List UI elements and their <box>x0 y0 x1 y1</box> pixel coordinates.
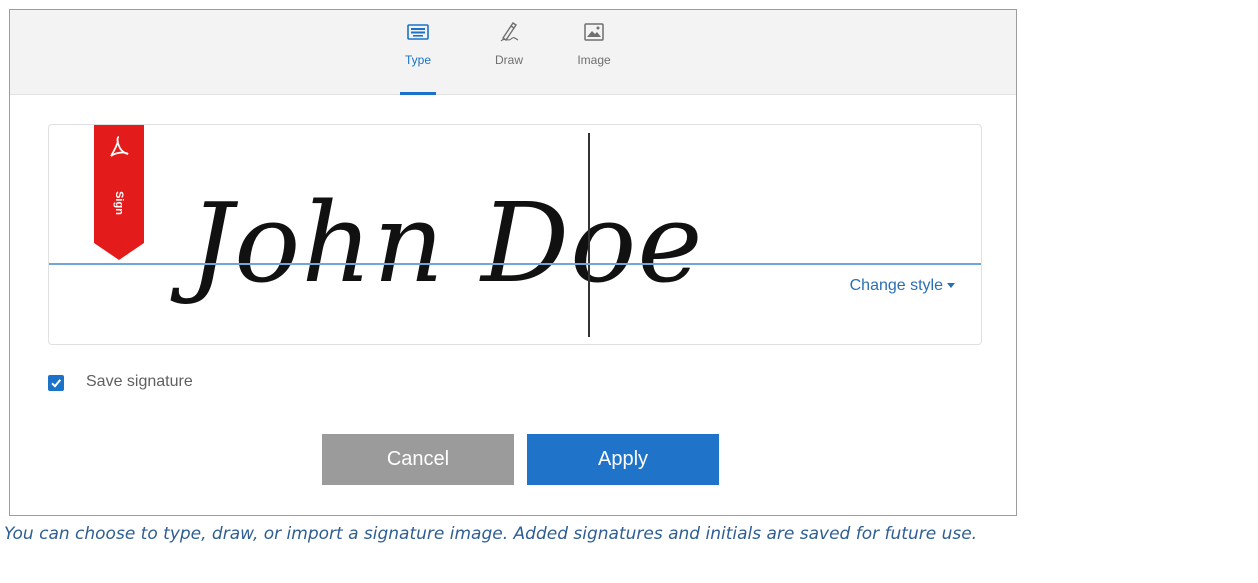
caret-down-icon <box>947 283 955 289</box>
tab-type-label: Type <box>404 53 431 67</box>
tab-draw-label: Draw <box>494 53 523 67</box>
tab-type[interactable]: Type <box>389 10 447 95</box>
tab-image-label: Image <box>577 53 611 67</box>
signature-text: John Doe <box>189 165 704 307</box>
signature-baseline <box>49 263 981 265</box>
sign-here-flag: Sign <box>94 125 144 260</box>
sign-flag-label: Sign <box>113 191 125 215</box>
signature-dialog: Type Draw Image Sign John Doe Change sty… <box>9 9 1017 516</box>
signature-value: John Doe <box>189 179 704 307</box>
image-icon <box>584 23 604 41</box>
active-tab-indicator <box>400 92 436 95</box>
acrobat-logo-icon <box>110 136 129 157</box>
save-signature-label: Save signature <box>86 373 193 390</box>
signature-mode-tabs: Type Draw Image <box>10 10 1016 95</box>
page: Type Draw Image Sign John Doe Change sty… <box>0 0 1258 583</box>
figure-caption: You can choose to type, draw, or import … <box>4 524 978 544</box>
pen-icon <box>500 22 519 42</box>
checkmark-icon <box>51 379 62 388</box>
tab-image[interactable]: Image <box>565 10 623 94</box>
cancel-button[interactable]: Cancel <box>322 434 514 485</box>
save-signature-checkbox[interactable] <box>48 375 64 391</box>
apply-button[interactable]: Apply <box>527 434 719 485</box>
keyboard-icon <box>407 24 429 40</box>
tab-draw[interactable]: Draw <box>480 10 538 94</box>
signature-input-area[interactable]: Sign John Doe Change style <box>48 124 982 345</box>
change-style-label: Change style <box>849 277 943 294</box>
change-style-dropdown[interactable]: Change style <box>850 277 955 295</box>
text-cursor <box>588 133 590 337</box>
